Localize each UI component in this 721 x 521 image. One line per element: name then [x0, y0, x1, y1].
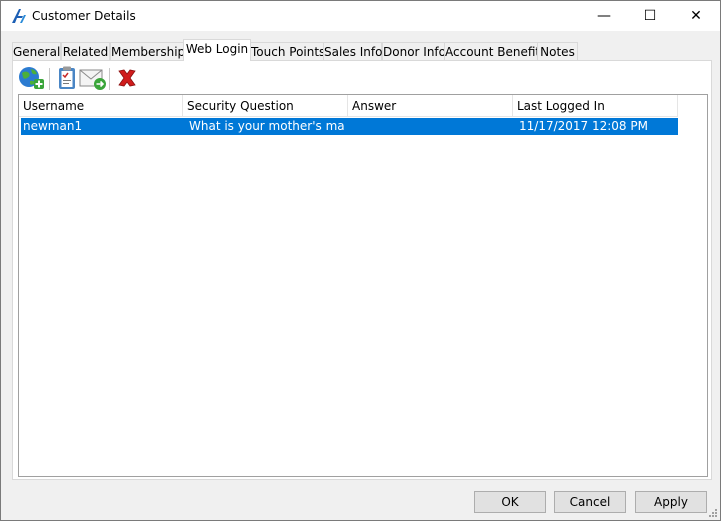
app-logo-icon — [12, 9, 26, 23]
minimize-icon: — — [597, 8, 611, 24]
tab-donor-info[interactable]: Donor Info — [382, 42, 446, 61]
maximize-icon: ☐ — [643, 8, 657, 24]
delete-icon — [118, 69, 136, 87]
customer-details-window: Customer Details — ☐ ✕ General Related M… — [0, 0, 721, 521]
tab-touch-points[interactable]: Touch Points — [250, 42, 325, 61]
toolbar-separator — [49, 68, 50, 90]
cancel-button[interactable]: Cancel — [554, 491, 626, 513]
delete-button[interactable] — [113, 64, 141, 92]
tab-related[interactable]: Related — [61, 42, 110, 61]
toolbar-separator — [109, 68, 110, 90]
close-icon: ✕ — [690, 8, 702, 24]
apply-button[interactable]: Apply — [635, 491, 707, 513]
web-login-panel: Username Security Question Answer Last L… — [12, 60, 712, 480]
tab-sales-info[interactable]: Sales Info — [323, 42, 382, 61]
tab-memberships[interactable]: Memberships — [110, 42, 191, 61]
maximize-button[interactable]: ☐ — [627, 1, 673, 31]
title-bar[interactable]: Customer Details — ☐ ✕ — [1, 1, 720, 31]
tab-account-benefits[interactable]: Account Benefits — [444, 42, 546, 61]
cell-answer — [352, 118, 514, 135]
close-button[interactable]: ✕ — [673, 1, 719, 31]
clipboard-button[interactable] — [53, 64, 81, 92]
cell-last-logged-in: 11/17/2017 12:08 PM — [519, 119, 648, 133]
cell-username: newman1 — [23, 119, 83, 133]
email-icon — [79, 69, 106, 90]
column-header-answer[interactable]: Answer — [348, 95, 513, 117]
ok-button[interactable]: OK — [474, 491, 546, 513]
resize-grip-icon[interactable] — [707, 507, 717, 517]
window-title: Customer Details — [32, 9, 136, 23]
minimize-button[interactable]: — — [581, 1, 627, 31]
clipboard-icon — [59, 66, 75, 89]
column-header-last-logged-in[interactable]: Last Logged In — [513, 95, 678, 117]
column-header-username[interactable]: Username — [19, 95, 183, 117]
grid-header: Username Security Question Answer Last L… — [19, 95, 707, 117]
tab-notes[interactable]: Notes — [537, 42, 578, 61]
cell-security-question: What is your mother's maiden ... — [189, 119, 345, 133]
add-web-login-button[interactable] — [17, 64, 45, 92]
add-web-login-icon — [19, 67, 44, 89]
column-header-security-question[interactable]: Security Question — [183, 95, 348, 117]
tab-general[interactable]: General — [12, 42, 61, 61]
tab-web-login[interactable]: Web Login — [183, 39, 251, 61]
web-login-grid[interactable]: Username Security Question Answer Last L… — [18, 94, 708, 477]
email-button[interactable] — [79, 64, 107, 92]
table-row[interactable]: newman1 What is your mother's maiden ...… — [21, 118, 678, 135]
